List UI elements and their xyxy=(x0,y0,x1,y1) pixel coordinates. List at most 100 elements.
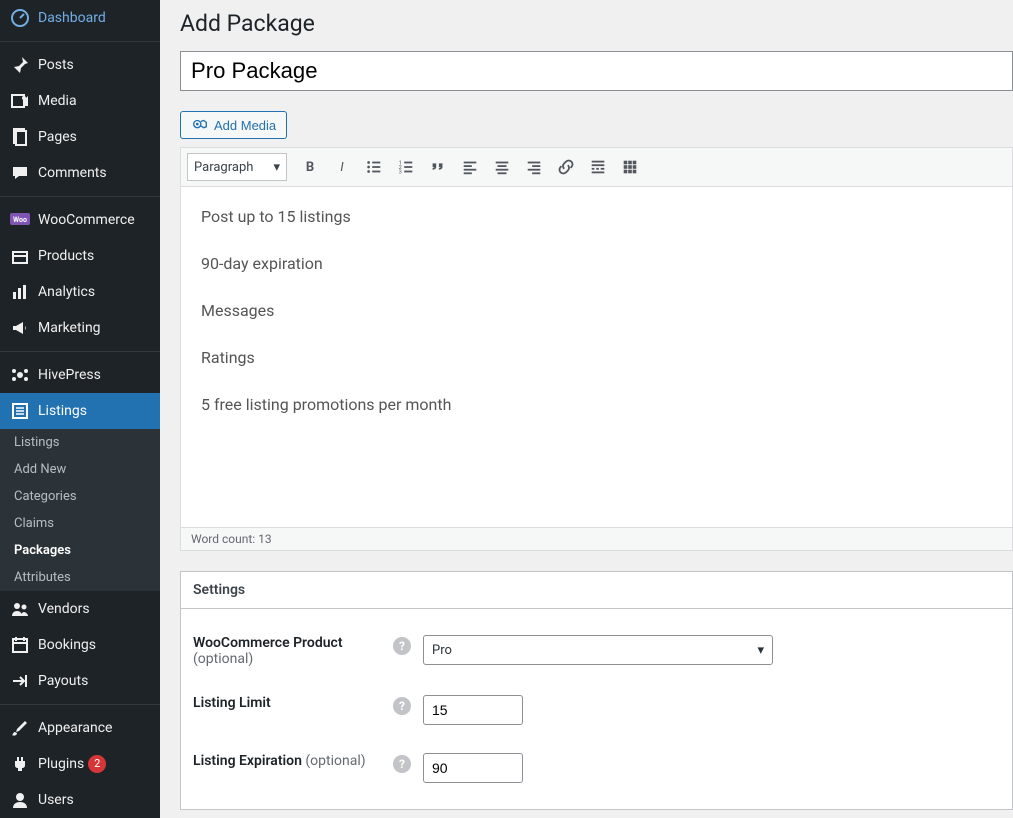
submenu-listings-item[interactable]: Listings xyxy=(0,429,160,456)
submenu-categories[interactable]: Categories xyxy=(0,483,160,510)
calendar-icon xyxy=(10,635,30,655)
content-line: Ratings xyxy=(201,348,992,367)
listings-icon xyxy=(10,401,30,421)
menu-marketing[interactable]: Marketing xyxy=(0,310,160,346)
comments-icon xyxy=(10,163,30,183)
page-title: Add Package xyxy=(180,10,1013,37)
settings-heading: Settings xyxy=(181,572,1012,609)
listing-limit-input[interactable] xyxy=(423,695,523,725)
menu-vendors[interactable]: Vendors xyxy=(0,591,160,627)
align-left-button[interactable] xyxy=(455,152,485,182)
field-optional-text: (optional) xyxy=(193,651,253,667)
svg-text:3: 3 xyxy=(399,169,402,175)
submenu-listings: Listings Add New Categories Claims Packa… xyxy=(0,429,160,591)
menu-media[interactable]: Media xyxy=(0,83,160,119)
woocommerce-icon: Woo xyxy=(10,210,30,230)
products-icon xyxy=(10,246,30,266)
menu-hivepress[interactable]: HivePress xyxy=(0,357,160,393)
menu-label: Payouts xyxy=(38,673,88,689)
menu-label: Users xyxy=(38,792,74,808)
menu-products[interactable]: Products xyxy=(0,238,160,274)
chevron-down-icon: ▾ xyxy=(757,643,764,658)
menu-label: Vendors xyxy=(38,601,90,617)
editor-content[interactable]: Post up to 15 listings 90-day expiration… xyxy=(181,187,1012,527)
menu-posts[interactable]: Posts xyxy=(0,47,160,83)
admin-sidebar: Dashboard Posts Media Pages Comments Woo… xyxy=(0,0,160,818)
menu-payouts[interactable]: Payouts xyxy=(0,663,160,699)
field-optional-text: (optional) xyxy=(305,753,365,769)
italic-button[interactable]: I xyxy=(327,152,357,182)
title-input[interactable] xyxy=(180,51,1013,91)
field-label-text: Listing Limit xyxy=(193,695,271,711)
help-icon[interactable]: ? xyxy=(393,697,411,715)
field-label-text: Listing Expiration xyxy=(193,753,302,769)
align-right-button[interactable] xyxy=(519,152,549,182)
plugin-icon xyxy=(10,754,30,774)
numbered-list-button[interactable]: 123 xyxy=(391,152,421,182)
menu-label: Bookings xyxy=(38,637,96,653)
menu-label: Marketing xyxy=(38,320,101,336)
menu-label: Pages xyxy=(38,129,77,145)
content-line: 90-day expiration xyxy=(201,254,992,273)
readmore-button[interactable] xyxy=(583,152,613,182)
menu-analytics[interactable]: Analytics xyxy=(0,274,160,310)
content-line: 5 free listing promotions per month xyxy=(201,395,992,414)
select-value: Pro xyxy=(432,643,452,658)
add-media-button[interactable]: Add Media xyxy=(180,111,287,139)
bullet-list-button[interactable] xyxy=(359,152,389,182)
editor-box: Paragraph ▾ B I 123 Post up to 15 listin… xyxy=(180,147,1013,551)
submenu-claims[interactable]: Claims xyxy=(0,510,160,537)
menu-pages[interactable]: Pages xyxy=(0,119,160,155)
submenu-packages[interactable]: Packages xyxy=(0,537,160,564)
payouts-icon xyxy=(10,671,30,691)
content-line: Messages xyxy=(201,301,992,320)
menu-label: Analytics xyxy=(38,284,95,300)
toolbar-toggle-button[interactable] xyxy=(615,152,645,182)
plugins-badge: 2 xyxy=(88,755,106,773)
menu-label: Media xyxy=(38,93,77,109)
field-label-text: WooCommerce Product xyxy=(193,635,343,651)
bold-button[interactable]: B xyxy=(295,152,325,182)
pin-icon xyxy=(10,55,30,75)
menu-label: Dashboard xyxy=(38,10,106,26)
menu-label: Products xyxy=(38,248,94,264)
add-media-label: Add Media xyxy=(214,118,276,133)
align-center-button[interactable] xyxy=(487,152,517,182)
content-line: Post up to 15 listings xyxy=(201,207,992,226)
menu-label: Appearance xyxy=(38,720,112,736)
brush-icon xyxy=(10,718,30,738)
woocommerce-product-select[interactable]: Pro ▾ xyxy=(423,635,773,665)
menu-bookings[interactable]: Bookings xyxy=(0,627,160,663)
menu-label: WooCommerce xyxy=(38,212,135,228)
submenu-add-new[interactable]: Add New xyxy=(0,456,160,483)
media-icon xyxy=(10,91,30,111)
menu-plugins[interactable]: Plugins 2 xyxy=(0,746,160,782)
menu-listings[interactable]: Listings xyxy=(0,393,160,429)
main-content: Add Package Add Media Paragraph ▾ B I 12… xyxy=(160,0,1013,818)
editor-toolbar: Paragraph ▾ B I 123 xyxy=(181,148,1012,187)
menu-users[interactable]: Users xyxy=(0,782,160,818)
menu-label: HivePress xyxy=(38,367,101,383)
help-icon[interactable]: ? xyxy=(393,637,411,655)
menu-label: Listings xyxy=(38,403,87,419)
analytics-icon xyxy=(10,282,30,302)
help-icon[interactable]: ? xyxy=(393,755,411,773)
menu-woocommerce[interactable]: Woo WooCommerce xyxy=(0,202,160,238)
blockquote-button[interactable] xyxy=(423,152,453,182)
listing-expiration-input[interactable] xyxy=(423,753,523,783)
format-select[interactable]: Paragraph ▾ xyxy=(187,153,287,181)
link-button[interactable] xyxy=(551,152,581,182)
menu-label: Comments xyxy=(38,165,107,181)
settings-panel: Settings WooCommerce Product (optional) … xyxy=(180,571,1013,810)
format-select-label: Paragraph xyxy=(194,160,253,175)
field-listing-expiration: Listing Expiration (optional) ? xyxy=(193,739,1000,797)
dashboard-icon xyxy=(10,8,30,28)
camera-icon xyxy=(191,116,209,134)
menu-comments[interactable]: Comments xyxy=(0,155,160,191)
svg-text:Woo: Woo xyxy=(13,216,27,224)
editor-statusbar: Word count: 13 xyxy=(181,527,1012,550)
submenu-attributes[interactable]: Attributes xyxy=(0,564,160,591)
chevron-down-icon: ▾ xyxy=(273,160,280,175)
menu-dashboard[interactable]: Dashboard xyxy=(0,0,160,36)
menu-appearance[interactable]: Appearance xyxy=(0,710,160,746)
